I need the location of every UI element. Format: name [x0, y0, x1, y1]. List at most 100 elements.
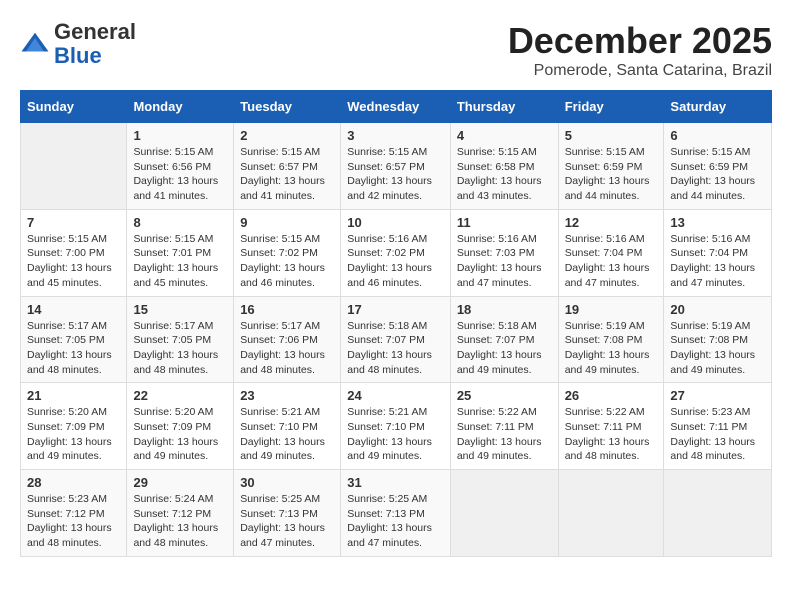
day-info: Sunrise: 5:23 AM Sunset: 7:12 PM Dayligh… [27, 492, 120, 551]
day-cell: 14 Sunrise: 5:17 AM Sunset: 7:05 PM Dayli… [21, 296, 127, 383]
day-number: 2 [240, 128, 334, 143]
day-number: 26 [565, 388, 658, 403]
day-info: Sunrise: 5:21 AM Sunset: 7:10 PM Dayligh… [347, 405, 444, 464]
day-number: 21 [27, 388, 120, 403]
day-number: 13 [670, 215, 765, 230]
day-cell: 6Sunrise: 5:15 AM Sunset: 6:59 PM Daylig… [664, 123, 772, 210]
day-number: 28 [27, 475, 120, 490]
day-cell [21, 123, 127, 210]
calendar-table: SundayMondayTuesdayWednesdayThursdayFrid… [20, 90, 772, 557]
day-cell: 31Sunrise: 5:25 AM Sunset: 7:13 PM Dayli… [341, 470, 451, 557]
day-number: 19 [565, 302, 658, 317]
day-cell: 20 Sunrise: 5:19 AM Sunset: 7:08 PM Dayli… [664, 296, 772, 383]
day-number: 15 [133, 302, 227, 317]
day-number: 30 [240, 475, 334, 490]
logo-text: General Blue [54, 20, 136, 68]
day-info: Sunrise: 5:18 AM Sunset: 7:07 PM Dayligh… [347, 319, 444, 378]
day-info: Sunrise: 5:16 AM Sunset: 7:04 PM Dayligh… [565, 232, 658, 291]
day-info: Sunrise: 5:22 AM Sunset: 7:11 PM Dayligh… [565, 405, 658, 464]
day-number: 4 [457, 128, 552, 143]
day-info: Sunrise: 5:25 AM Sunset: 7:13 PM Dayligh… [347, 492, 444, 551]
weekday-header-tuesday: Tuesday [234, 91, 341, 123]
day-info: Sunrise: 5:15 AM Sunset: 6:57 PM Dayligh… [240, 145, 334, 204]
day-cell: 17 Sunrise: 5:18 AM Sunset: 7:07 PM Dayli… [341, 296, 451, 383]
logo-general: General [54, 19, 136, 44]
day-info: Sunrise: 5:17 AM Sunset: 7:06 PM Dayligh… [240, 319, 334, 378]
day-number: 1 [133, 128, 227, 143]
day-cell: 30 Sunrise: 5:25 AM Sunset: 7:13 PM Dayli… [234, 470, 341, 557]
day-info: Sunrise: 5:15 AM Sunset: 6:58 PM Dayligh… [457, 145, 552, 204]
day-info: Sunrise: 5:15 AM Sunset: 7:01 PM Dayligh… [133, 232, 227, 291]
day-cell [664, 470, 772, 557]
day-cell: 5 Sunrise: 5:15 AM Sunset: 6:59 PM Daylig… [558, 123, 664, 210]
day-cell: 18Sunrise: 5:18 AM Sunset: 7:07 PM Dayli… [450, 296, 558, 383]
day-number: 10 [347, 215, 444, 230]
day-info: Sunrise: 5:25 AM Sunset: 7:13 PM Dayligh… [240, 492, 334, 551]
day-number: 9 [240, 215, 334, 230]
logo-blue: Blue [54, 43, 102, 68]
logo: General Blue [20, 20, 136, 68]
day-cell: 22Sunrise: 5:20 AM Sunset: 7:09 PM Dayli… [127, 383, 234, 470]
day-cell: 8 Sunrise: 5:15 AM Sunset: 7:01 PM Daylig… [127, 209, 234, 296]
weekday-header-row: SundayMondayTuesdayWednesdayThursdayFrid… [21, 91, 772, 123]
day-number: 20 [670, 302, 765, 317]
week-row-3: 14 Sunrise: 5:17 AM Sunset: 7:05 PM Dayli… [21, 296, 772, 383]
day-number: 8 [133, 215, 227, 230]
day-info: Sunrise: 5:19 AM Sunset: 7:08 PM Dayligh… [565, 319, 658, 378]
week-row-4: 21 Sunrise: 5:20 AM Sunset: 7:09 PM Dayli… [21, 383, 772, 470]
day-cell: 19 Sunrise: 5:19 AM Sunset: 7:08 PM Dayli… [558, 296, 664, 383]
day-info: Sunrise: 5:21 AM Sunset: 7:10 PM Dayligh… [240, 405, 334, 464]
day-cell: 21 Sunrise: 5:20 AM Sunset: 7:09 PM Dayli… [21, 383, 127, 470]
day-info: Sunrise: 5:15 AM Sunset: 7:00 PM Dayligh… [27, 232, 120, 291]
day-cell: 4 Sunrise: 5:15 AM Sunset: 6:58 PM Daylig… [450, 123, 558, 210]
day-number: 27 [670, 388, 765, 403]
day-cell [450, 470, 558, 557]
week-row-5: 28 Sunrise: 5:23 AM Sunset: 7:12 PM Dayli… [21, 470, 772, 557]
weekday-header-monday: Monday [127, 91, 234, 123]
calendar-title: December 2025 [508, 20, 772, 62]
day-info: Sunrise: 5:16 AM Sunset: 7:03 PM Dayligh… [457, 232, 552, 291]
logo-icon [20, 29, 50, 59]
day-number: 23 [240, 388, 334, 403]
day-number: 14 [27, 302, 120, 317]
day-cell: 3Sunrise: 5:15 AM Sunset: 6:57 PM Daylig… [341, 123, 451, 210]
day-number: 5 [565, 128, 658, 143]
week-row-2: 7Sunrise: 5:15 AM Sunset: 7:00 PM Daylig… [21, 209, 772, 296]
day-cell: 15 Sunrise: 5:17 AM Sunset: 7:05 PM Dayli… [127, 296, 234, 383]
day-cell: 25 Sunrise: 5:22 AM Sunset: 7:11 PM Dayli… [450, 383, 558, 470]
day-cell [558, 470, 664, 557]
day-info: Sunrise: 5:23 AM Sunset: 7:11 PM Dayligh… [670, 405, 765, 464]
day-info: Sunrise: 5:22 AM Sunset: 7:11 PM Dayligh… [457, 405, 552, 464]
day-number: 25 [457, 388, 552, 403]
day-cell: 9Sunrise: 5:15 AM Sunset: 7:02 PM Daylig… [234, 209, 341, 296]
day-cell: 11Sunrise: 5:16 AM Sunset: 7:03 PM Dayli… [450, 209, 558, 296]
day-info: Sunrise: 5:24 AM Sunset: 7:12 PM Dayligh… [133, 492, 227, 551]
day-info: Sunrise: 5:16 AM Sunset: 7:04 PM Dayligh… [670, 232, 765, 291]
day-info: Sunrise: 5:17 AM Sunset: 7:05 PM Dayligh… [133, 319, 227, 378]
day-info: Sunrise: 5:20 AM Sunset: 7:09 PM Dayligh… [27, 405, 120, 464]
week-row-1: 1Sunrise: 5:15 AM Sunset: 6:56 PM Daylig… [21, 123, 772, 210]
day-cell: 16 Sunrise: 5:17 AM Sunset: 7:06 PM Dayli… [234, 296, 341, 383]
day-cell: 27 Sunrise: 5:23 AM Sunset: 7:11 PM Dayli… [664, 383, 772, 470]
day-cell: 12 Sunrise: 5:16 AM Sunset: 7:04 PM Dayli… [558, 209, 664, 296]
day-cell: 29Sunrise: 5:24 AM Sunset: 7:12 PM Dayli… [127, 470, 234, 557]
day-number: 16 [240, 302, 334, 317]
day-number: 17 [347, 302, 444, 317]
weekday-header-wednesday: Wednesday [341, 91, 451, 123]
day-cell: 24 Sunrise: 5:21 AM Sunset: 7:10 PM Dayli… [341, 383, 451, 470]
day-info: Sunrise: 5:15 AM Sunset: 6:57 PM Dayligh… [347, 145, 444, 204]
day-number: 24 [347, 388, 444, 403]
day-info: Sunrise: 5:17 AM Sunset: 7:05 PM Dayligh… [27, 319, 120, 378]
day-number: 22 [133, 388, 227, 403]
page-header: General Blue December 2025 Pomerode, San… [20, 20, 772, 80]
weekday-header-sunday: Sunday [21, 91, 127, 123]
day-cell: 13 Sunrise: 5:16 AM Sunset: 7:04 PM Dayli… [664, 209, 772, 296]
day-cell: 2 Sunrise: 5:15 AM Sunset: 6:57 PM Daylig… [234, 123, 341, 210]
day-cell: 23 Sunrise: 5:21 AM Sunset: 7:10 PM Dayli… [234, 383, 341, 470]
weekday-header-friday: Friday [558, 91, 664, 123]
day-number: 12 [565, 215, 658, 230]
day-info: Sunrise: 5:16 AM Sunset: 7:02 PM Dayligh… [347, 232, 444, 291]
day-info: Sunrise: 5:15 AM Sunset: 6:59 PM Dayligh… [565, 145, 658, 204]
day-info: Sunrise: 5:19 AM Sunset: 7:08 PM Dayligh… [670, 319, 765, 378]
day-info: Sunrise: 5:18 AM Sunset: 7:07 PM Dayligh… [457, 319, 552, 378]
